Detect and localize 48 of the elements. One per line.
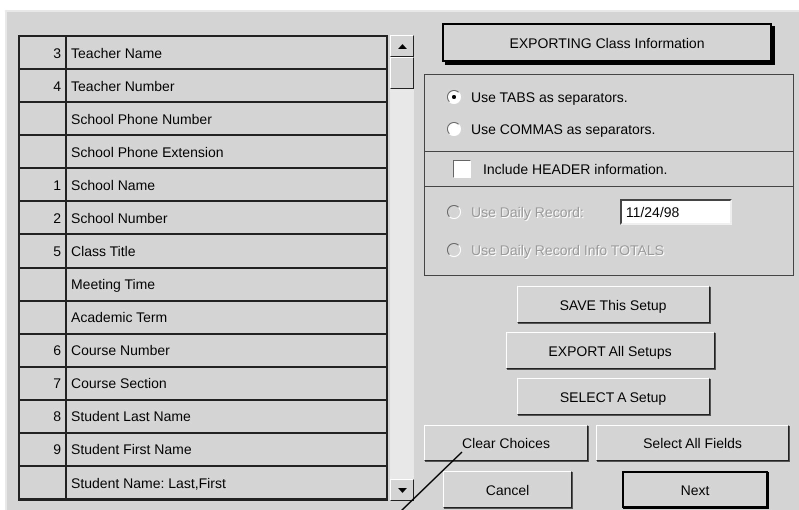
order-cell: 1: [20, 169, 67, 200]
radio-button[interactable]: [447, 90, 461, 104]
setup-button[interactable]: SELECT A Setup: [516, 378, 710, 415]
field-cell[interactable]: Class Title: [67, 235, 386, 267]
order-cell: 9: [20, 434, 67, 466]
radio-label: Use Daily Record Info TOTALS: [471, 242, 664, 258]
order-cell: 4: [20, 70, 67, 102]
field-cell[interactable]: School Phone Number: [67, 103, 386, 134]
checkbox-label: Include HEADER information.: [483, 161, 668, 177]
field-cell[interactable]: Course Section: [67, 368, 386, 399]
down-arrow-icon: [398, 488, 406, 492]
order-cell: 8: [20, 400, 67, 432]
field-cell[interactable]: School Name: [67, 169, 386, 200]
order-cell: 2: [20, 202, 67, 234]
order-cell: 3: [20, 37, 67, 68]
field-cell[interactable]: School Phone Extension: [67, 136, 386, 168]
exporting-button[interactable]: EXPORTING Class Information: [442, 23, 772, 62]
field-cell[interactable]: Student Last Name: [67, 400, 386, 432]
field-cell[interactable]: Meeting Time: [67, 268, 386, 300]
separator-radio[interactable]: Use TABS as separators.: [425, 81, 793, 113]
field-cell[interactable]: School Number: [67, 202, 386, 234]
checkbox[interactable]: [453, 160, 471, 178]
radio-label: Use Daily Record:: [471, 204, 584, 220]
order-cell: 5: [20, 235, 67, 267]
setup-button[interactable]: EXPORT All Setups: [506, 332, 714, 369]
field-cell[interactable]: Course Number: [67, 334, 386, 366]
scroll-thumb[interactable]: [390, 57, 414, 89]
radio-button[interactable]: [447, 122, 461, 136]
setup-button[interactable]: SAVE This Setup: [516, 286, 710, 323]
field-selection-button[interactable]: Select All Fields: [596, 425, 789, 461]
radio-label: Use TABS as separators.: [471, 89, 628, 105]
field-cell[interactable]: Teacher Number: [67, 70, 386, 102]
order-cell: 6: [20, 334, 67, 366]
order-cell: 7: [20, 368, 67, 399]
scrollbar[interactable]: [390, 35, 414, 501]
field-cell[interactable]: Student First Name: [67, 434, 386, 466]
dialog-button[interactable]: Next: [622, 471, 768, 508]
field-cell[interactable]: Student Name: Last,First: [67, 467, 386, 498]
dialog-button[interactable]: Cancel: [443, 471, 572, 508]
scroll-down-button[interactable]: [390, 479, 414, 501]
field-selection-button[interactable]: Clear Choices: [424, 425, 588, 461]
separator-radio[interactable]: Use COMMAS as separators.: [425, 113, 793, 145]
field-cell[interactable]: Teacher Name: [67, 37, 386, 68]
scroll-up-button[interactable]: [390, 35, 414, 57]
radio-label: Use COMMAS as separators.: [471, 121, 656, 137]
header-checkbox-row[interactable]: Include HEADER information.: [425, 157, 793, 181]
up-arrow-icon: [398, 44, 406, 48]
field-cell[interactable]: Academic Term: [67, 302, 386, 333]
